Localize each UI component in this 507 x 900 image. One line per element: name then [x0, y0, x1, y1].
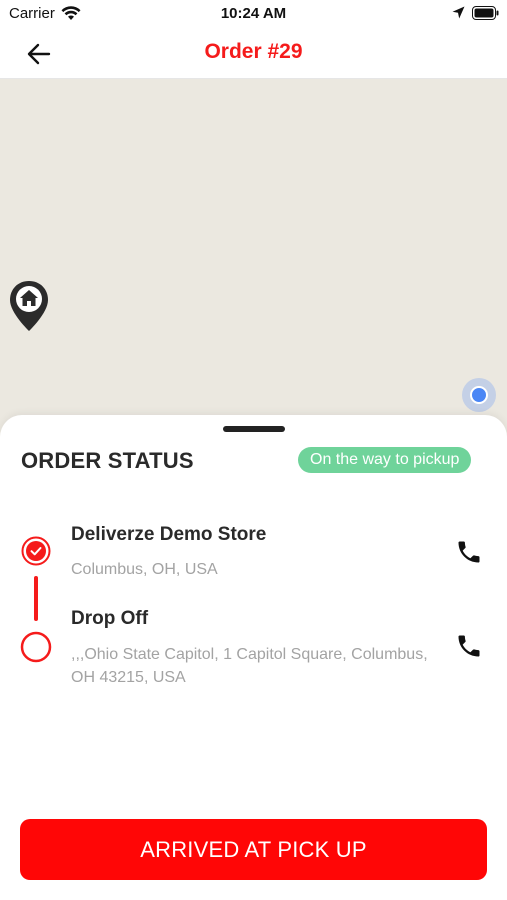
arrived-at-pickup-button[interactable]: ARRIVED AT PICK UP [20, 819, 487, 880]
check-circle-icon [21, 536, 51, 566]
route-connector-line [34, 576, 38, 621]
order-status-heading: ORDER STATUS [21, 448, 194, 473]
phone-icon[interactable] [455, 538, 483, 566]
dropoff-stop-address: ,,,Ohio State Capitol, 1 Capitol Square,… [71, 646, 428, 686]
home-marker-icon[interactable] [8, 279, 50, 333]
map-view[interactable] [0, 79, 507, 459]
pickup-stop-address: Columbus, OH, USA [71, 561, 218, 578]
battery-icon [472, 6, 499, 20]
empty-circle-icon [20, 631, 52, 663]
phone-icon[interactable] [455, 632, 483, 660]
status-badge: On the way to pickup [298, 447, 472, 473]
clock: 10:24 AM [220, 5, 287, 22]
location-arrow-icon [452, 6, 465, 19]
dropoff-stop-name: Drop Off [71, 608, 149, 629]
status-bar: Carrier 10:24 AM [0, 0, 507, 30]
current-location-dot [462, 378, 496, 412]
pickup-stop-name: Deliverze Demo Store [71, 524, 267, 545]
sheet-drag-handle[interactable] [223, 426, 285, 432]
order-screen: Carrier 10:24 AM Order #29 ORDER STATUS … [0, 0, 507, 900]
navigation-bar: Order #29 [0, 30, 507, 79]
page-title: Order #29 [204, 40, 303, 63]
